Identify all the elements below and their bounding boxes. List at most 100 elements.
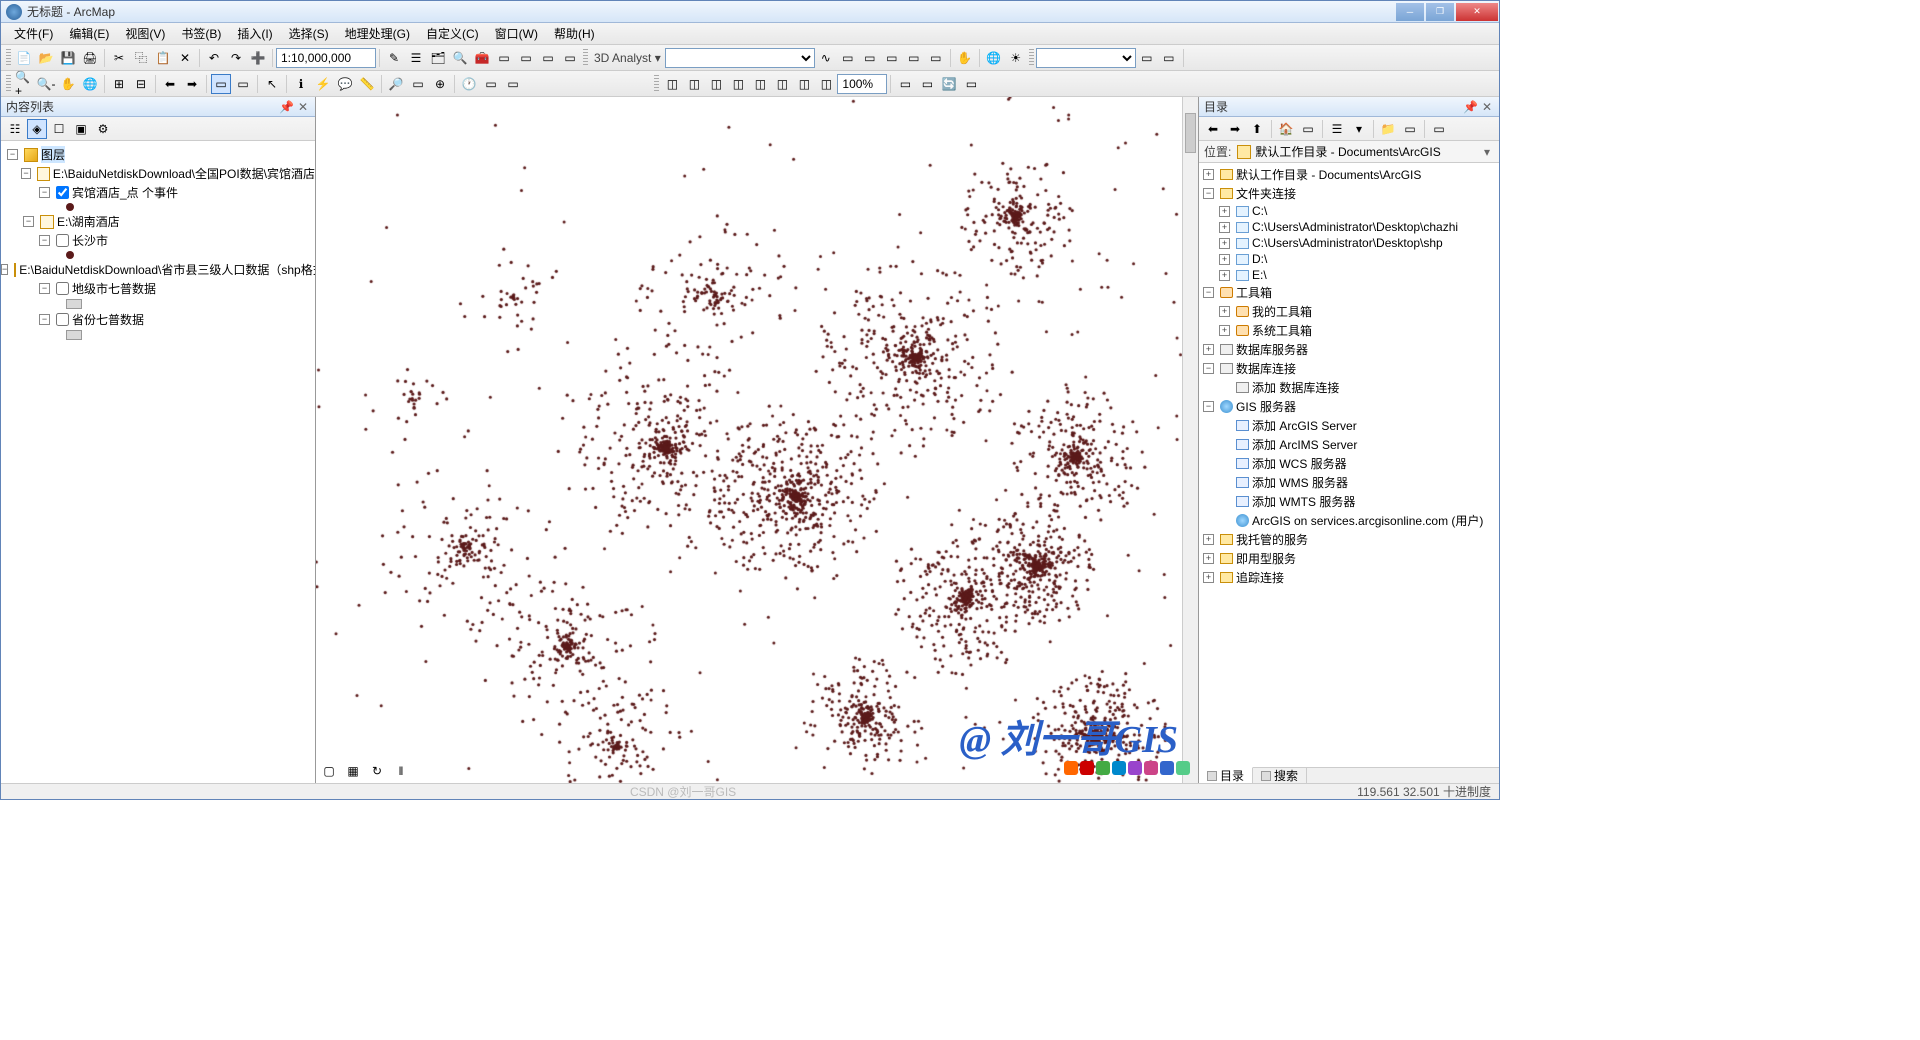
layer-checkbox[interactable] — [56, 234, 69, 247]
close-panel-icon[interactable]: ✕ — [1480, 100, 1494, 114]
options-icon[interactable]: ⚙ — [93, 119, 113, 139]
drive-node[interactable]: C:\Users\Administrator\Desktop\shp — [1252, 236, 1443, 250]
fixed-zoom-in-icon[interactable]: ⊞ — [109, 74, 129, 94]
map-view[interactable]: @ 刘一哥GIS ▢ ▦ ↻ ‖ — [316, 97, 1199, 783]
expander-icon[interactable]: + — [1219, 270, 1230, 281]
connect-folder-icon[interactable]: 📁 — [1378, 119, 1398, 139]
menu-customize[interactable]: 自定义(C) — [418, 23, 487, 44]
add-wcs-node[interactable]: 添加 WCS 服务器 — [1252, 455, 1347, 472]
clear-selection-icon[interactable]: ▭ — [233, 74, 253, 94]
expander-icon[interactable]: + — [1203, 169, 1214, 180]
gis-servers-node[interactable]: GIS 服务器 — [1236, 398, 1296, 415]
zoom-percent-input[interactable] — [837, 74, 887, 94]
menu-bookmarks[interactable]: 书签(B) — [173, 23, 229, 44]
menu-edit[interactable]: 编辑(E) — [61, 23, 117, 44]
expander-icon[interactable]: + — [1203, 572, 1214, 583]
add-wmts-node[interactable]: 添加 WMTS 服务器 — [1252, 493, 1355, 510]
identify-icon[interactable]: ℹ — [291, 74, 311, 94]
vertical-scrollbar[interactable] — [1182, 97, 1198, 783]
back-icon[interactable]: ⬅ — [1203, 119, 1223, 139]
layer-4[interactable]: 省份七普数据 — [72, 311, 144, 328]
reviewer-icon[interactable]: ▭ — [538, 48, 558, 68]
layer-1[interactable]: 宾馆酒店_点 个事件 — [72, 184, 178, 201]
layer-checkbox[interactable] — [56, 186, 69, 199]
group-2[interactable]: E:\湖南酒店 — [57, 213, 120, 230]
forward-extent-icon[interactable]: ➡ — [182, 74, 202, 94]
folder-conn-node[interactable]: 文件夹连接 — [1236, 185, 1296, 202]
surface-icon[interactable]: ▭ — [904, 48, 924, 68]
expander-icon[interactable]: − — [39, 283, 50, 294]
effect-icon[interactable]: ◫ — [684, 74, 704, 94]
list-by-visibility-icon[interactable]: ☐ — [49, 119, 69, 139]
expander-icon[interactable]: − — [7, 149, 18, 160]
disconnect-folder-icon[interactable]: ▭ — [1400, 119, 1420, 139]
menu-selection[interactable]: 选择(S) — [281, 23, 337, 44]
hyperlink-icon[interactable]: ⚡ — [313, 74, 333, 94]
expander-icon[interactable]: − — [1203, 188, 1214, 199]
profile-graph-icon[interactable]: ▭ — [882, 48, 902, 68]
toolbar-grip[interactable] — [6, 49, 11, 67]
globe-icon[interactable]: 🌐 — [984, 48, 1004, 68]
add-db-node[interactable]: 添加 数据库连接 — [1252, 379, 1339, 396]
zoom-in-icon[interactable]: 🔍+ — [14, 74, 34, 94]
expander-icon[interactable]: + — [1219, 206, 1230, 217]
drive-node[interactable]: C:\Users\Administrator\Desktop\chazhi — [1252, 220, 1458, 234]
edit-btn2-icon[interactable]: ▭ — [1159, 48, 1179, 68]
pan-icon[interactable]: ✋ — [58, 74, 78, 94]
analyst-layer-combo[interactable] — [665, 48, 815, 68]
refresh-icon[interactable]: 🔄 — [939, 74, 959, 94]
polygon-symbol-icon[interactable] — [66, 330, 82, 340]
menu-help[interactable]: 帮助(H) — [546, 23, 603, 44]
expander-icon[interactable]: − — [1203, 401, 1214, 412]
minimize-button[interactable]: ─ — [1396, 3, 1424, 21]
add-data-icon[interactable]: ➕ — [248, 48, 268, 68]
layer-3[interactable]: 地级市七普数据 — [72, 280, 156, 297]
drive-node[interactable]: D:\ — [1252, 252, 1267, 266]
polygon-symbol-icon[interactable] — [66, 299, 82, 309]
group-3[interactable]: E:\BaiduNetdiskDownload\省市县三级人口数据（shp格式） — [19, 261, 315, 278]
editor-combo[interactable] — [1036, 48, 1136, 68]
expander-icon[interactable]: − — [39, 187, 50, 198]
dropdown-icon[interactable]: ▾ — [1480, 145, 1494, 159]
expander-icon[interactable]: − — [1, 264, 8, 275]
db-conn-node[interactable]: 数据库连接 — [1236, 360, 1296, 377]
python-icon[interactable]: ▭ — [494, 48, 514, 68]
refresh-view-icon[interactable]: ↻ — [367, 761, 387, 781]
add-arcgis-node[interactable]: 添加 ArcGIS Server — [1252, 417, 1357, 434]
ready-svc-node[interactable]: 即用型服务 — [1236, 550, 1296, 567]
effect-icon[interactable]: ◫ — [772, 74, 792, 94]
close-panel-icon[interactable]: ✕ — [296, 100, 310, 114]
toolbox-node[interactable]: 工具箱 — [1236, 284, 1272, 301]
expander-icon[interactable]: + — [1219, 254, 1230, 265]
save-icon[interactable]: 💾 — [58, 48, 78, 68]
expander-icon[interactable]: + — [1203, 534, 1214, 545]
layer-2[interactable]: 长沙市 — [72, 232, 108, 249]
expander-icon[interactable]: + — [1219, 325, 1230, 336]
create-viewer-icon[interactable]: ▭ — [481, 74, 501, 94]
editor-toolbar-icon[interactable]: ✎ — [384, 48, 404, 68]
layout-icon[interactable]: ▭ — [895, 74, 915, 94]
map-canvas[interactable] — [316, 97, 1186, 783]
time-slider-icon[interactable]: 🕐 — [459, 74, 479, 94]
my-hosted-node[interactable]: 我托管的服务 — [1236, 531, 1308, 548]
find-route-icon[interactable]: ▭ — [408, 74, 428, 94]
data-view-icon[interactable]: ▢ — [319, 761, 339, 781]
menu-view[interactable]: 视图(V) — [117, 23, 173, 44]
view-menu-icon[interactable]: ▾ — [1349, 119, 1369, 139]
effect-icon[interactable]: ◫ — [750, 74, 770, 94]
undo-icon[interactable]: ↶ — [204, 48, 224, 68]
effect-icon[interactable]: ◫ — [816, 74, 836, 94]
features-icon[interactable]: ▭ — [860, 48, 880, 68]
toolbar-grip[interactable] — [6, 75, 11, 93]
scale-input[interactable] — [276, 48, 376, 68]
pin-icon[interactable]: 📌 — [277, 100, 296, 114]
expander-icon[interactable]: + — [1203, 553, 1214, 564]
menu-geoprocessing[interactable]: 地理处理(G) — [337, 23, 418, 44]
interpolate-icon[interactable]: ∿ — [816, 48, 836, 68]
loc-text[interactable]: 默认工作目录 - Documents\ArcGIS — [1255, 143, 1480, 160]
search-window-icon[interactable]: 🔍 — [450, 48, 470, 68]
track-conn-node[interactable]: 追踪连接 — [1236, 569, 1284, 586]
list-by-selection-icon[interactable]: ▣ — [71, 119, 91, 139]
modelbuilder-icon[interactable]: ▭ — [516, 48, 536, 68]
drive-node[interactable]: C:\ — [1252, 204, 1267, 218]
